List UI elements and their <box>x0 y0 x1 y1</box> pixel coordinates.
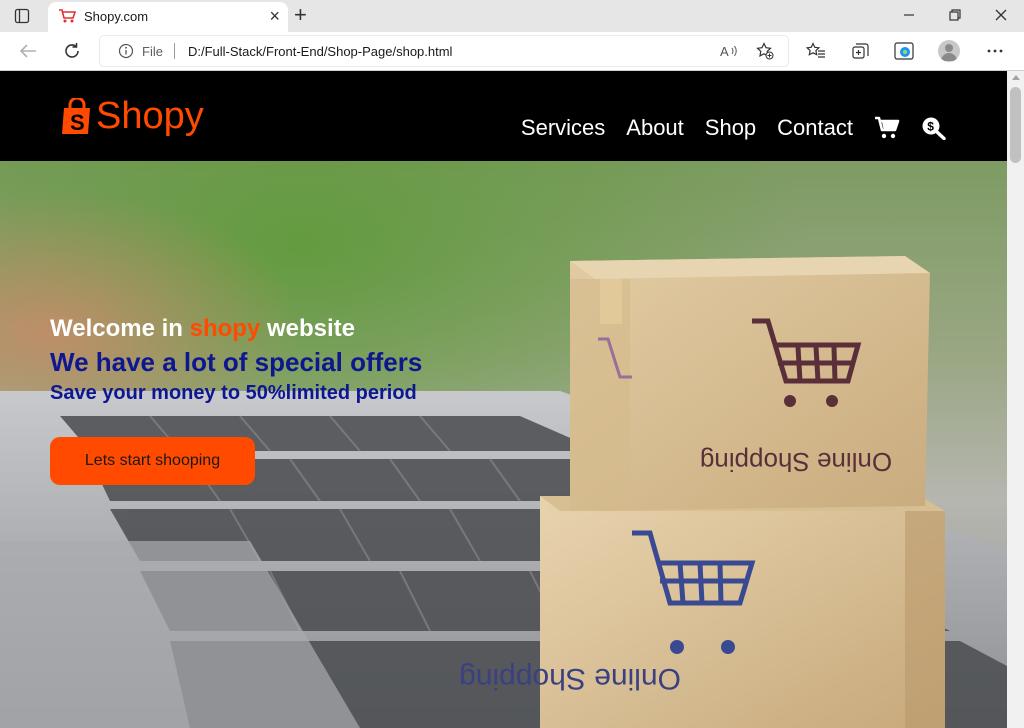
cart-icon[interactable] <box>874 116 900 140</box>
hero-text: Welcome in shopy website We have a lot o… <box>50 315 422 405</box>
browser-titlebar: Shopy.com × + <box>0 0 1024 32</box>
search-dollar-icon[interactable]: $ <box>921 116 947 140</box>
site-header: S Shopy Services About Shop Contact $ <box>0 71 1007 161</box>
favorites-icon[interactable] <box>806 42 826 60</box>
logo-text: Shopy <box>96 95 204 137</box>
welcome-prefix: Welcome in <box>50 315 190 342</box>
box-label-top: Online Shopping <box>700 447 892 477</box>
svg-text:A: A <box>720 44 729 59</box>
browser-toolbar: File D:/Full-Stack/Front-End/Shop-Page/s… <box>0 32 1024 71</box>
tab-title: Shopy.com <box>84 9 149 24</box>
svg-text:$: $ <box>927 120 934 134</box>
site-info-icon[interactable] <box>118 43 134 59</box>
scroll-up-icon[interactable] <box>1012 75 1020 80</box>
minimize-icon[interactable] <box>902 8 916 22</box>
nav-shop[interactable]: Shop <box>705 115 756 141</box>
back-arrow-icon[interactable] <box>18 42 38 60</box>
profile-avatar[interactable] <box>938 40 960 62</box>
nav-about[interactable]: About <box>626 115 684 141</box>
offers-heading: We have a lot of special offers <box>50 347 423 377</box>
page-viewport: S Shopy Services About Shop Contact $ On… <box>0 71 1007 728</box>
file-scheme-label: File <box>142 44 163 59</box>
tab-actions-icon[interactable] <box>14 8 30 24</box>
close-window-icon[interactable] <box>994 8 1008 22</box>
read-aloud-icon[interactable]: A <box>720 43 738 59</box>
add-favorite-icon[interactable] <box>756 42 774 60</box>
address-bar[interactable]: File D:/Full-Stack/Front-End/Shop-Page/s… <box>100 36 788 66</box>
new-tab-icon[interactable]: + <box>294 4 307 26</box>
box-label-bottom: Online Shopping <box>459 662 681 695</box>
refresh-icon[interactable] <box>62 41 82 61</box>
more-menu-icon[interactable] <box>984 42 1006 60</box>
url-divider <box>174 43 175 59</box>
scroll-thumb[interactable] <box>1010 87 1021 163</box>
browser-tab[interactable]: Shopy.com × <box>48 2 288 32</box>
welcome-heading: Welcome in shopy website <box>50 315 422 343</box>
close-tab-icon[interactable]: × <box>269 7 280 25</box>
edge-icon[interactable] <box>894 42 914 60</box>
restore-icon[interactable] <box>948 8 962 22</box>
main-nav: Services About Shop Contact $ <box>521 113 947 143</box>
shopping-bag-logo-icon: S <box>62 98 90 135</box>
svg-text:S: S <box>70 110 85 135</box>
collections-icon[interactable] <box>850 42 870 60</box>
hero-section: Online Shopping Online Shopping Welcome … <box>0 161 1007 728</box>
nav-contact[interactable]: Contact <box>777 115 853 141</box>
url-text[interactable]: D:/Full-Stack/Front-End/Shop-Page/shop.h… <box>188 44 452 59</box>
welcome-suffix: website <box>260 315 355 342</box>
welcome-brand: shopy <box>189 315 261 342</box>
save-subheading: Save your money to 50%limited period <box>50 382 417 404</box>
page-scrollbar[interactable] <box>1007 71 1024 728</box>
nav-services[interactable]: Services <box>521 115 605 141</box>
start-shopping-button[interactable]: Lets start shooping <box>50 437 255 485</box>
cart-favicon-icon <box>59 9 76 23</box>
